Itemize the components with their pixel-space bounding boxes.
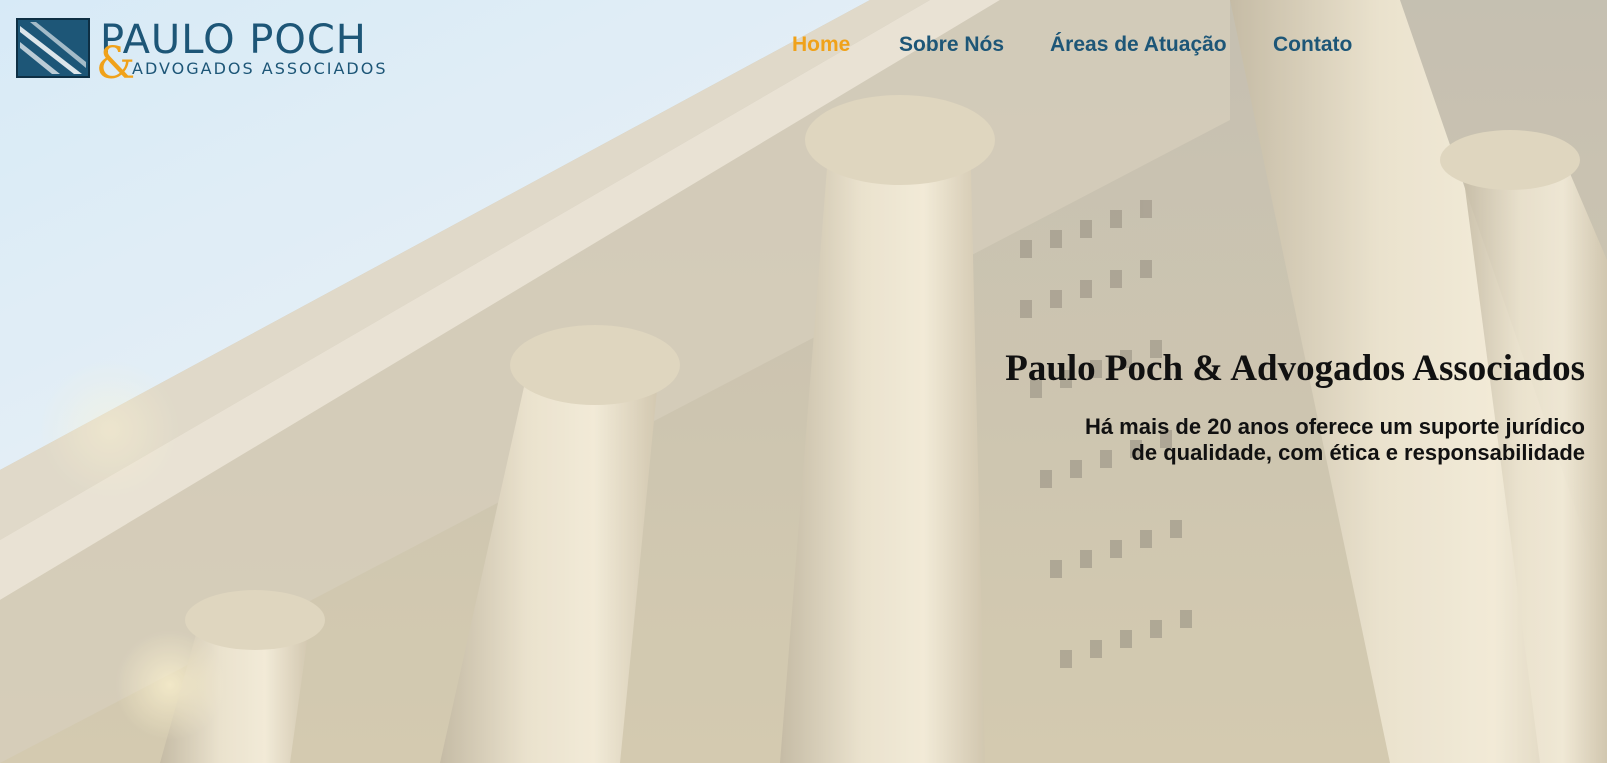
nav-item-home[interactable]: Home	[792, 33, 850, 57]
logo-main-text: PAULO POCH	[100, 17, 367, 63]
logo-emblem-icon	[16, 18, 90, 78]
hero-subtitle-line1: Há mais de 20 anos oferece um suporte ju…	[1084, 414, 1585, 439]
hero-subtitle: Há mais de 20 anos oferece um suporte ju…	[1025, 414, 1585, 466]
logo-ampersand: &	[96, 38, 136, 89]
hero-subtitle-line2: de qualidade, com ética e responsabilida…	[1131, 440, 1585, 465]
nav-item-contato[interactable]: Contato	[1273, 33, 1352, 57]
logo[interactable]: PAULO POCH & ADVOGADOS ASSOCIADOS	[16, 17, 406, 86]
logo-sub-text: ADVOGADOS ASSOCIADOS	[132, 59, 388, 78]
nav-item-sobre-nos[interactable]: Sobre Nós	[899, 33, 1004, 57]
hero-background: PAULO POCH & ADVOGADOS ASSOCIADOS Home S…	[0, 0, 1607, 763]
nav-item-areas-de-atuacao[interactable]: Áreas de Atuação	[1050, 33, 1227, 57]
hero-title: Paulo Poch & Advogados Associados	[1005, 348, 1585, 389]
